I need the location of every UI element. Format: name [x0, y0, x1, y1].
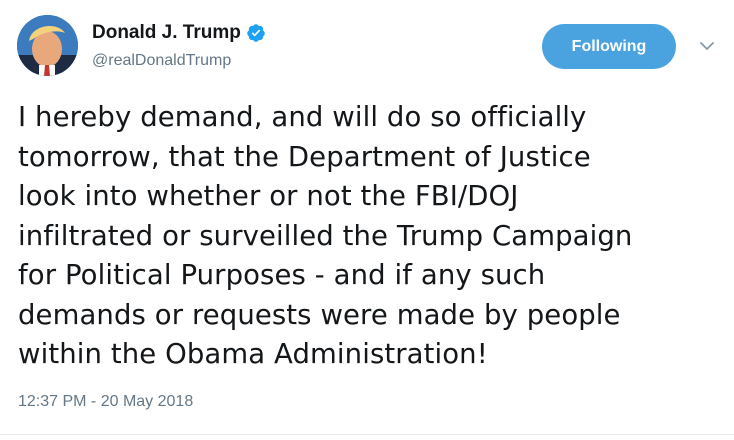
avatar-photo-icon [17, 15, 78, 76]
tweet-text-line: I hereby demand, and will do so official… [18, 101, 587, 133]
author-display-name[interactable]: Donald J. Trump [92, 22, 241, 44]
tweet-card: Donald J. Trump @realDonaldTrump Followi… [0, 0, 734, 440]
author-name-row: Donald J. Trump [92, 21, 266, 45]
avatar[interactable] [17, 15, 78, 76]
verified-badge-icon [247, 24, 265, 42]
tweet-text-line: infiltrated or surveilled the Trump Camp… [18, 219, 633, 252]
chevron-down-icon[interactable] [698, 39, 716, 53]
author-handle[interactable]: @realDonaldTrump [92, 52, 231, 70]
tweet-text-line: tomorrow, that the Department of Justice [18, 140, 591, 173]
tweet-text-line: within the Obama Administration! [18, 338, 488, 370]
following-button[interactable]: Following [542, 24, 676, 69]
tweet-text-line: look into whether or not the FBI/DOJ [18, 180, 519, 212]
tweet-text-line: for Political Purposes - and if any such [18, 259, 546, 291]
divider [0, 434, 734, 435]
tweet-text-line: demands or requests were made by people [18, 298, 621, 331]
tweet-timestamp[interactable]: 12:37 PM - 20 May 2018 [18, 393, 193, 411]
tweet-text: I hereby demand, and will do so official… [18, 98, 718, 375]
